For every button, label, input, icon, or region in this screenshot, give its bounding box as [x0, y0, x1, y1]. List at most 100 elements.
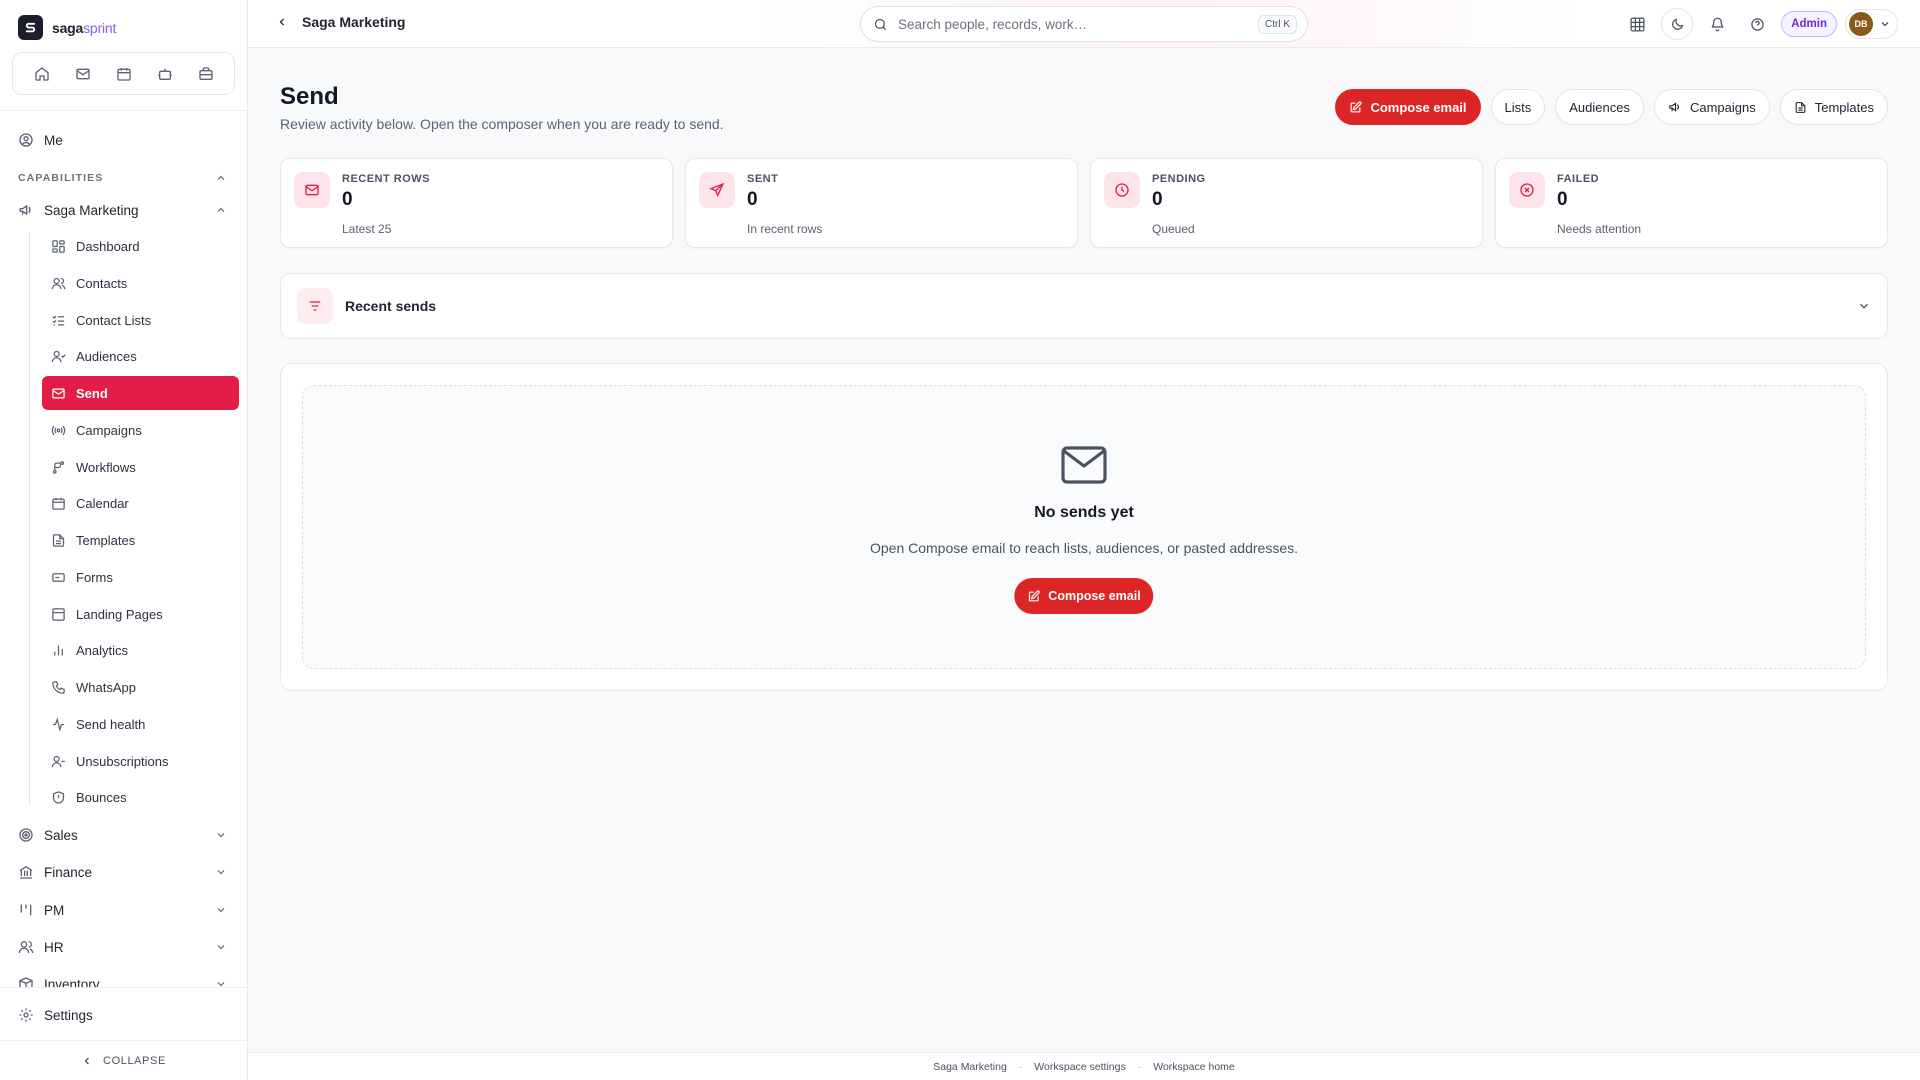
empty-state: No sends yet Open Compose email to reach… [302, 385, 1866, 669]
clock-icon [1104, 172, 1140, 208]
sidebar-group-sales[interactable]: Sales [18, 827, 78, 843]
campaigns-button[interactable]: Campaigns [1653, 89, 1770, 125]
button-label: Templates [1814, 99, 1874, 115]
bell-icon [1710, 17, 1725, 32]
sidebar-item-landing-pages[interactable]: Landing Pages [42, 597, 239, 631]
user-menu[interactable]: DB [1845, 9, 1898, 39]
button-label: Audiences [1569, 99, 1630, 115]
calendar-icon[interactable] [109, 59, 139, 89]
edit-icon [1027, 589, 1040, 603]
sidebar-item-label: Contacts [76, 275, 128, 291]
sidebar-item-analytics[interactable]: Analytics [42, 633, 239, 667]
briefcase-icon[interactable] [191, 59, 221, 89]
sidebar-group-pm[interactable]: PM [18, 902, 64, 918]
admin-badge[interactable]: Admin [1781, 11, 1837, 37]
submenu-guide-line [29, 232, 30, 806]
mail-icon [51, 386, 66, 401]
sidebar-item-bounces[interactable]: Bounces [42, 780, 239, 814]
brand[interactable]: sagasprint [18, 15, 116, 40]
sidebar-item-settings[interactable]: Settings [18, 1007, 93, 1023]
apps-grid-button[interactable] [1621, 8, 1653, 40]
footer-link[interactable]: Workspace home [1153, 1061, 1235, 1073]
search-shortcut: Ctrl K [1258, 14, 1297, 34]
footer-link[interactable]: Workspace settings [1034, 1061, 1125, 1073]
theme-toggle-button[interactable] [1661, 8, 1694, 40]
sidebar-item-templates[interactable]: Templates [42, 523, 239, 557]
sidebar-scroll-clip: Inventory [0, 972, 247, 987]
sidebar-item-contact-lists[interactable]: Contact Lists [42, 303, 239, 337]
sidebar-group-label: Saga Marketing [44, 202, 139, 218]
stat-hint: Queued [1152, 222, 1195, 236]
help-button[interactable] [1741, 8, 1773, 40]
sidebar-item-unsubscriptions[interactable]: Unsubscriptions [42, 744, 239, 778]
mail-icon [1061, 446, 1107, 484]
page-actions: Compose email Lists Audiences Campaigns … [1335, 89, 1888, 125]
stat-label: RECENT ROWS [342, 173, 430, 185]
sidebar-group-hr[interactable]: HR [18, 939, 64, 955]
button-label: Lists [1504, 99, 1532, 115]
activity-icon [51, 716, 66, 732]
send-icon [699, 172, 735, 208]
user-minus-icon [51, 754, 66, 769]
sidebar-item-send[interactable]: Send [42, 376, 239, 410]
sidebar-item-dashboard[interactable]: Dashboard [42, 229, 239, 263]
stat-hint: In recent rows [747, 222, 823, 236]
box-icon [18, 976, 34, 987]
sidebar-item-campaigns[interactable]: Campaigns [42, 413, 239, 447]
templates-button[interactable]: Templates [1779, 89, 1888, 125]
search-input[interactable] [898, 16, 1248, 32]
megaphone-icon [1668, 100, 1682, 114]
chevron-down-icon[interactable] [215, 978, 227, 987]
chevron-down-icon[interactable] [215, 904, 227, 916]
sidebar-divider [0, 987, 247, 988]
layout-icon [51, 607, 66, 622]
home-icon[interactable] [27, 59, 57, 89]
notifications-button[interactable] [1701, 8, 1733, 40]
footer-link[interactable]: Saga Marketing [933, 1061, 1007, 1073]
bot-icon[interactable] [150, 59, 180, 89]
sidebar-item-audiences[interactable]: Audiences [42, 339, 239, 373]
compose-email-button[interactable]: Compose email [1335, 89, 1481, 125]
broadcast-icon [51, 423, 66, 438]
sidebar-item-whatsapp[interactable]: WhatsApp [42, 670, 239, 704]
global-search[interactable]: Ctrl K [860, 6, 1308, 42]
sidebar-group-saga-marketing[interactable]: Saga Marketing [18, 202, 139, 218]
back-chevron-icon[interactable] [276, 16, 288, 28]
chevron-up-icon[interactable] [215, 172, 227, 184]
collapse-label: COLLAPSE [103, 1054, 166, 1067]
sidebar-group-inventory[interactable]: Inventory [18, 976, 100, 987]
audiences-button[interactable]: Audiences [1555, 89, 1644, 125]
button-label: Compose email [1048, 589, 1141, 603]
breadcrumb-workspace[interactable]: Saga Marketing [302, 14, 405, 30]
lists-button[interactable]: Lists [1490, 89, 1546, 125]
chevron-down-icon[interactable] [215, 829, 227, 841]
chevron-down-icon[interactable] [215, 941, 227, 953]
sidebar-item-send-health[interactable]: Send health [42, 707, 239, 741]
shield-icon [51, 790, 66, 805]
sidebar-item-calendar[interactable]: Calendar [42, 486, 239, 520]
sidebar-item-contacts[interactable]: Contacts [42, 266, 239, 300]
sidebar-group-finance[interactable]: Finance [18, 864, 92, 880]
edit-icon [1349, 100, 1362, 114]
user-circle-icon [18, 132, 34, 148]
chevron-down-icon[interactable] [1857, 299, 1871, 313]
footer-separator: · [1137, 1060, 1142, 1073]
chevron-down-icon[interactable] [215, 866, 227, 878]
empty-state-description: Open Compose email to reach lists, audie… [869, 540, 1298, 556]
gear-icon [18, 1007, 34, 1023]
stats-row: RECENT ROWS 0 Latest 25 SENT 0 In recent… [280, 158, 1888, 248]
stat-value: 0 [342, 189, 353, 210]
form-icon [51, 570, 66, 585]
collapse-sidebar-button[interactable]: COLLAPSE [0, 1040, 247, 1080]
sidebar-item-forms[interactable]: Forms [42, 560, 239, 594]
mail-icon[interactable] [68, 59, 98, 89]
stat-card-sent: SENT 0 In recent rows [685, 158, 1078, 248]
sidebar-item-workflows[interactable]: Workflows [42, 450, 239, 484]
list-check-icon [51, 313, 66, 328]
empty-compose-email-button[interactable]: Compose email [1014, 578, 1154, 614]
chevron-up-icon[interactable] [215, 204, 227, 216]
brand-logo-icon [18, 15, 43, 40]
empty-state-title: No sends yet [1034, 504, 1134, 521]
sidebar-item-me[interactable]: Me [18, 132, 63, 148]
recent-sends-accordion[interactable]: Recent sends [280, 273, 1888, 339]
